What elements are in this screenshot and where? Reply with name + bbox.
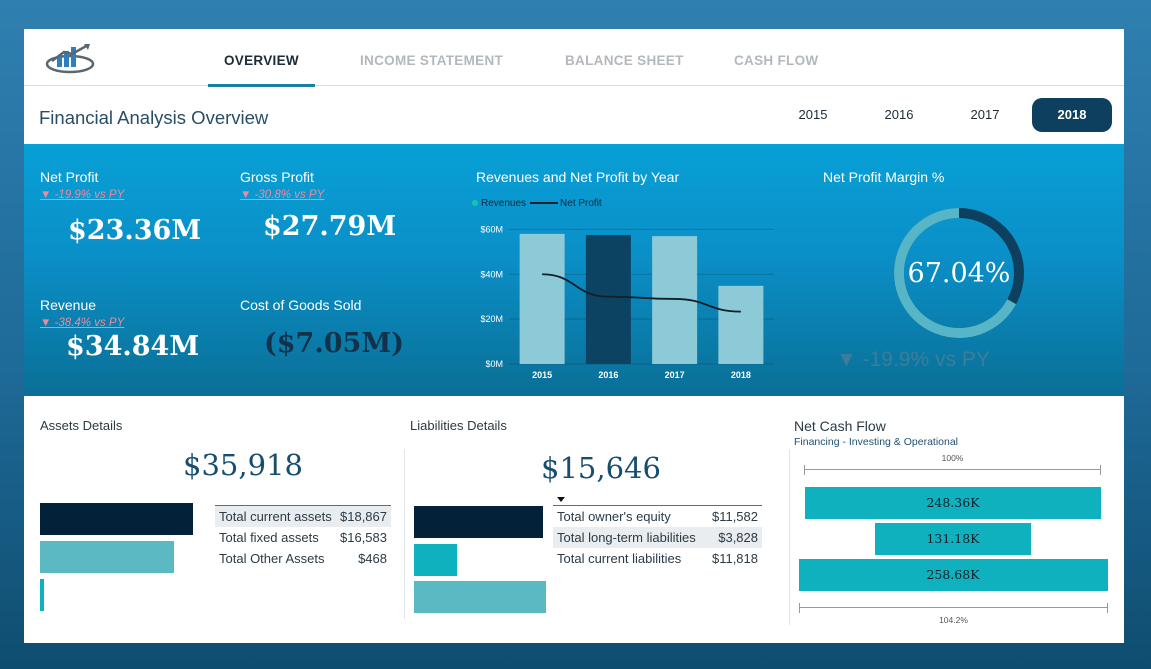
cash-flow-bar: 258.68K: [798, 559, 1108, 591]
finance-chart-logo-icon: [45, 43, 95, 74]
cash-flow-bar: 248.36K: [804, 487, 1102, 519]
liability-row-value: $3,828: [705, 526, 762, 548]
assets-table: Total current assets $18,867 Total fixed …: [215, 505, 391, 569]
y-tick-label: $0M: [485, 359, 503, 369]
other-assets-bar: [40, 579, 44, 611]
current-assets-bar: [40, 503, 193, 535]
asset-row-label: Total fixed assets: [219, 529, 319, 545]
dashboard-card: OVERVIEW INCOME STATEMENT BALANCE SHEET …: [24, 29, 1124, 643]
revenue-value: $34.84M: [66, 331, 200, 362]
revenue-bar-2015: [519, 233, 565, 364]
bottom-percent-label: 104.2%: [939, 615, 968, 625]
revenue-chart-title: Revenues and Net Profit by Year: [476, 169, 680, 185]
liability-row-label: Total owner's equity: [553, 505, 706, 527]
x-tick-label: 2018: [731, 370, 751, 380]
net-cash-flow-subtitle: Financing - Investing & Operational: [794, 436, 959, 448]
gross-profit-delta-text: -30.8% vs PY: [254, 189, 325, 201]
net-profit-label: Net Profit: [40, 169, 99, 185]
revenue-bar-2016: [585, 234, 631, 364]
liability-row-value: $11,582: [705, 505, 762, 527]
x-tick-label: 2016: [598, 370, 618, 380]
long-term-liabilities-bar: [414, 544, 457, 576]
cogs-label: Cost of Goods Sold: [240, 297, 362, 313]
revenue-net-profit-chart: $0M $20M $40M $60M 2015 2016 2017 2018: [480, 224, 774, 380]
tab-balance-sheet[interactable]: BALANCE SHEET: [565, 53, 684, 68]
liability-row-label: Total current liabilities: [557, 550, 682, 566]
section-divider: [789, 449, 790, 625]
cash-flow-bar: 131.18K: [874, 523, 1032, 555]
current-liabilities-bar: [414, 581, 546, 613]
net-profit-legend-marker: [530, 202, 559, 205]
net-profit-delta: ▼ -19.9% vs PY: [40, 189, 125, 201]
asset-row-value: $16,583: [340, 529, 387, 545]
fixed-assets-bar: [40, 541, 175, 573]
revenue-delta: ▼ -38.4% vs PY: [40, 317, 125, 329]
net-profit-margin-delta: ▼ -19.9% vs PY: [836, 348, 990, 371]
page-title: Financial Analysis Overview: [39, 107, 269, 128]
top-percent-label: 100%: [941, 453, 964, 463]
net-profit-value: $23.36M: [68, 215, 202, 246]
x-tick-label: 2017: [665, 370, 685, 380]
section-divider: [404, 449, 405, 619]
asset-row-label: Total current assets: [215, 505, 336, 527]
revenues-legend-label: Revenues: [481, 198, 527, 209]
tab-overview[interactable]: OVERVIEW: [224, 53, 299, 68]
revenue-bar-2018: [718, 285, 764, 364]
gross-profit-label: Gross Profit: [240, 169, 314, 185]
tab-income-statement[interactable]: INCOME STATEMENT: [360, 53, 503, 68]
assets-details-title: Assets Details: [40, 418, 123, 433]
page-header: Financial Analysis Overview 2015 2016 20…: [24, 87, 1124, 144]
table-row: Total owner's equity $11,582: [553, 505, 762, 527]
table-row: Total Other Assets $468: [215, 548, 391, 569]
gross-profit-delta: ▼ -30.8% vs PY: [240, 189, 325, 201]
x-tick-label: 2015: [532, 370, 552, 380]
asset-row-value: $18,867: [335, 505, 391, 527]
revenue-label: Revenue: [40, 297, 97, 313]
kpi-band: Net Profit ▼ -19.9% vs PY $23.36M Gross …: [24, 144, 1124, 396]
top-navigation: OVERVIEW INCOME STATEMENT BALANCE SHEET …: [24, 29, 1124, 87]
table-row: Total current assets $18,867: [215, 505, 391, 527]
liabilities-details-title: Liabilities Details: [410, 418, 507, 433]
bottom-percent-bracket: [799, 603, 1108, 613]
net-profit-delta-text: -19.9% vs PY: [54, 189, 125, 201]
liability-row-value: $11,818: [711, 550, 758, 566]
y-tick-label: $20M: [480, 314, 503, 324]
net-profit-legend-label: Net Profit: [560, 198, 602, 209]
assets-total: $35,918: [183, 448, 303, 482]
tab-cash-flow[interactable]: CASH FLOW: [734, 53, 818, 68]
year-button-2017[interactable]: 2017: [945, 98, 1025, 132]
top-percent-bracket: [804, 465, 1101, 475]
y-tick-label: $40M: [480, 269, 503, 279]
year-button-2015[interactable]: 2015: [773, 98, 853, 132]
table-row: Total current liabilities $11,818: [553, 548, 762, 569]
liabilities-table: Total owner's equity $11,582 Total long-t…: [553, 505, 762, 569]
cogs-value: ($7.05M): [264, 328, 404, 359]
revenue-delta-text: -38.4% vs PY: [54, 317, 125, 329]
net-profit-margin-title: Net Profit Margin %: [823, 169, 945, 185]
net-cash-flow-title: Net Cash Flow: [794, 418, 886, 434]
year-button-2018[interactable]: 2018: [1032, 98, 1112, 132]
chart-legend: Revenues Net Profit: [472, 198, 602, 209]
liability-row-label: Total long-term liabilities: [553, 526, 706, 548]
sort-caret-icon[interactable]: [557, 497, 565, 502]
revenues-legend-marker: [472, 200, 478, 206]
table-row: Total long-term liabilities $3,828: [553, 526, 762, 548]
asset-row-label: Total Other Assets: [219, 550, 325, 566]
net-profit-margin-value: 67.04%: [907, 258, 1011, 289]
year-button-2016[interactable]: 2016: [859, 98, 939, 132]
y-tick-label: $60M: [480, 224, 503, 234]
liabilities-total: $15,646: [541, 451, 661, 485]
gross-profit-value: $27.79M: [263, 211, 397, 242]
owners-equity-bar: [414, 506, 544, 538]
table-row: Total fixed assets $16,583: [215, 527, 391, 548]
asset-row-value: $468: [358, 550, 387, 566]
net-profit-line: [542, 273, 741, 313]
